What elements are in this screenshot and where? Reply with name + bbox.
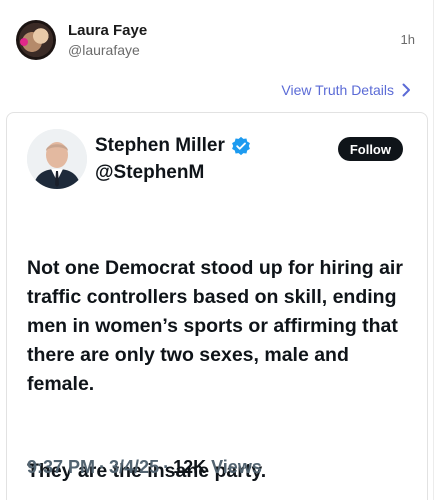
chevron-right-icon [402, 83, 410, 97]
post-timestamp: 1h [400, 32, 415, 47]
meta-separator: · [163, 457, 170, 477]
author-name[interactable]: Laura Faye [68, 22, 147, 39]
post-meta-row: 9:37 PM · 3/4/25 · 12K Views [27, 457, 262, 478]
embedded-author-name-text: Stephen Miller [95, 135, 225, 156]
embedded-post-card[interactable]: Stephen Miller @StephenM Follow Not one … [6, 112, 428, 500]
post-paragraph: Not one Democrat stood up for hiring air… [27, 257, 403, 395]
follow-button[interactable]: Follow [337, 137, 403, 161]
embedded-author-handle[interactable]: @StephenM [95, 162, 204, 184]
view-truth-details-link[interactable]: View Truth Details [281, 82, 411, 98]
post-date[interactable]: 3/4/25 [109, 457, 159, 477]
views-label: Views [211, 457, 262, 477]
details-link-label: View Truth Details [281, 82, 394, 98]
truth-post-card: Laura Faye @laurafaye 1h View Truth Deta… [0, 0, 434, 500]
avatar[interactable] [16, 20, 56, 60]
post-author-row: Laura Faye @laurafaye 1h [14, 18, 419, 64]
person-portrait-icon [27, 129, 87, 189]
meta-separator: · [99, 457, 106, 477]
verified-badge-icon [231, 136, 250, 156]
post-time[interactable]: 9:37 PM [27, 457, 95, 477]
views-count: 12K [173, 457, 207, 477]
embedded-author-name[interactable]: Stephen Miller [95, 135, 251, 157]
embedded-avatar[interactable] [27, 129, 87, 189]
author-handle[interactable]: @laurafaye [68, 42, 140, 58]
